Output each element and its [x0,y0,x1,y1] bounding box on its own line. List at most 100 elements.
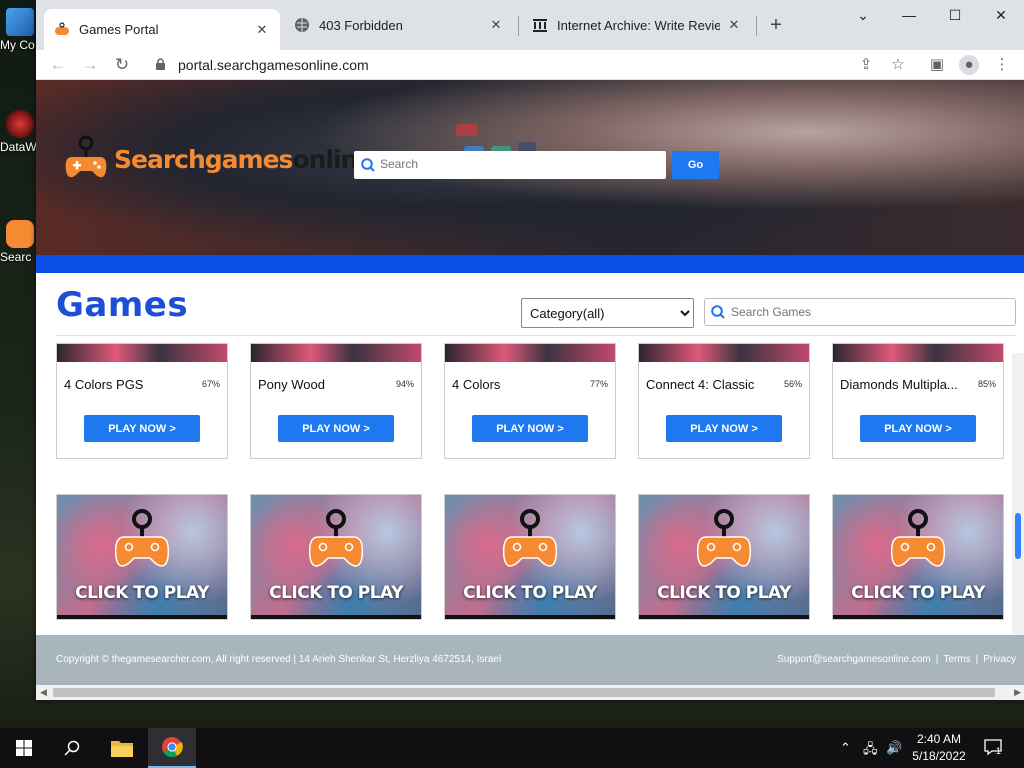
gamepad-icon [502,509,558,567]
game-thumbnail[interactable] [639,344,809,362]
terms-link[interactable]: Terms [943,654,970,665]
reload-icon[interactable]: ↻ [111,54,133,76]
game-name: 4 Colors PGS [64,377,144,392]
click-to-play-tile[interactable]: CLICK TO PLAY [832,494,1004,620]
site-logo[interactable]: Searchgamesonline [64,135,374,183]
close-icon[interactable]: ✕ [254,22,270,38]
clock[interactable]: 2:40 AM 5/18/2022 [902,731,976,765]
game-card[interactable]: 4 Colors 77% PLAY NOW > [444,343,616,459]
support-email-link[interactable]: Support@searchgamesonline.com [777,654,931,665]
tab-separator [756,16,757,36]
click-to-play-tile[interactable]: CLICK TO PLAY [56,494,228,620]
click-to-play-tile[interactable]: CLICK TO PLAY [250,494,422,620]
desktop-icon-label: My Co [0,38,35,52]
side-panel-icon[interactable]: ▣ [927,55,947,75]
computer-icon [6,8,34,36]
divider [56,335,1016,336]
hero-banner: Searchgamesonline Go [36,80,1024,255]
header-search-input[interactable] [380,151,650,177]
scroll-left-icon[interactable]: ◀ [40,687,47,698]
logo-text-searchgames: Searchgames [114,144,293,174]
tile-bottom-bar [57,615,227,619]
network-icon[interactable]: 🖧 [863,740,878,762]
gamepad-icon [696,509,752,567]
scrollbar-thumb[interactable] [1015,513,1021,559]
game-thumbnail[interactable] [251,344,421,362]
games-search-input[interactable] [731,300,1001,324]
back-arrow-icon[interactable]: ← [47,54,69,76]
tab-title: Internet Archive: Write Review [557,17,720,33]
scrollbar-thumb[interactable] [53,688,995,697]
game-card[interactable]: Pony Wood 94% PLAY NOW > [250,343,422,459]
menu-kebab-icon[interactable]: ⋮ [992,55,1012,75]
profile-avatar-icon[interactable]: ● [959,55,979,75]
tab-games-portal[interactable]: Games Portal ✕ [44,9,280,50]
game-card[interactable]: Diamonds Multipla... 85% PLAY NOW > [832,343,1004,459]
tile-bottom-bar [639,615,809,619]
taskbar-search-button[interactable] [48,728,96,768]
notification-count-badge: 1 [996,746,1002,756]
play-now-button[interactable]: PLAY NOW > [84,415,200,442]
click-to-play-label: CLICK TO PLAY [463,583,597,603]
click-to-play-label: CLICK TO PLAY [75,583,209,603]
volume-icon[interactable]: 🔊 [886,740,902,756]
search-icon [711,305,725,319]
new-tab-button[interactable]: + [764,14,788,38]
click-to-play-label: CLICK TO PLAY [269,583,403,603]
close-window-button[interactable]: ✕ [978,4,1024,26]
tab-internet-archive[interactable]: Internet Archive: Write Review ✕ [522,8,752,42]
play-now-button[interactable]: PLAY NOW > [666,415,782,442]
play-now-button[interactable]: PLAY NOW > [860,415,976,442]
share-icon[interactable]: ⇪ [856,55,876,75]
privacy-link[interactable]: Privacy [983,654,1016,665]
browser-toolbar: ← → ↻ portal.searchgamesonline.com ⇪ ☆ ▣… [36,50,1024,80]
bookmark-star-icon[interactable]: ☆ [888,55,908,75]
banner-key-decoration [456,124,478,136]
start-button[interactable] [0,728,48,768]
game-name: 4 Colors [452,377,501,392]
globe-icon [295,18,309,32]
chrome-taskbar-button[interactable] [148,728,196,768]
chrome-icon [162,737,183,758]
click-to-play-tile[interactable]: CLICK TO PLAY [444,494,616,620]
game-thumbnail[interactable] [445,344,615,362]
clock-time: 2:40 AM [916,732,962,746]
play-now-button[interactable]: PLAY NOW > [278,415,394,442]
file-explorer-button[interactable] [98,728,146,768]
go-button[interactable]: Go [672,151,719,179]
scroll-right-icon[interactable]: ▶ [1014,687,1021,698]
tile-bottom-bar [251,615,421,619]
game-thumbnail[interactable] [833,344,1003,362]
play-now-button[interactable]: PLAY NOW > [472,415,588,442]
horizontal-scrollbar[interactable]: ◀ ▶ [36,685,1024,700]
address-bar[interactable]: portal.searchgamesonline.com [178,57,369,73]
tab-title: 403 Forbidden [319,17,403,33]
footer-links: Support@searchgamesonline.com | Terms | … [777,654,1016,665]
close-icon[interactable]: ✕ [726,17,742,33]
minimize-button[interactable]: — [886,4,932,26]
clock-date: 5/18/2022 [912,749,966,763]
vertical-scrollbar[interactable] [1012,353,1024,635]
desktop-icon-datawatch[interactable]: DataW [0,110,36,154]
forward-arrow-icon[interactable]: → [79,54,101,76]
maximize-button[interactable]: ☐ [932,4,978,26]
tray-chevron-up-icon[interactable]: ⌃ [840,740,851,756]
lock-icon[interactable] [156,58,165,70]
game-rating: 85% [977,379,996,389]
notification-center-icon[interactable]: 1 [984,738,1002,759]
game-thumbnail[interactable] [57,344,227,362]
click-to-play-tile[interactable]: CLICK TO PLAY [638,494,810,620]
tile-bottom-bar [833,615,1003,619]
close-icon[interactable]: ✕ [488,17,504,33]
tab-separator [518,16,519,36]
game-card[interactable]: Connect 4: Classic 56% PLAY NOW > [638,343,810,459]
datawatch-icon [6,110,34,138]
desktop-icon-searchgames[interactable]: Searc [0,220,36,264]
desktop-icon-my-computer[interactable]: My Co [0,8,36,52]
game-card[interactable]: 4 Colors PGS 67% PLAY NOW > [56,343,228,459]
desktop-icon-label: DataW [0,140,36,154]
tab-search-chevron-icon[interactable]: ⌄ [840,4,886,26]
archive-icon [533,19,547,32]
tab-403-forbidden[interactable]: 403 Forbidden ✕ [284,8,514,42]
category-select[interactable]: Category(all) [521,298,694,328]
